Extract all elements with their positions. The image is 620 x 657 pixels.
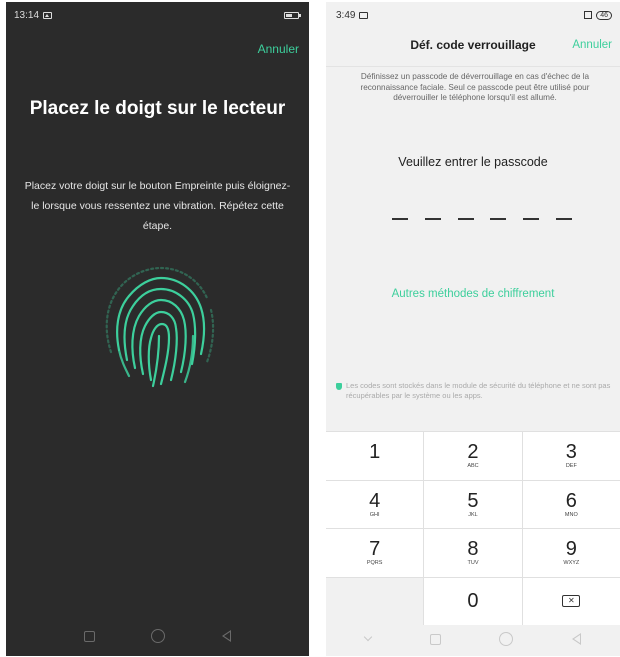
- backspace-button[interactable]: ✕: [522, 577, 620, 625]
- status-time: 3:49: [336, 9, 356, 21]
- key-5[interactable]: 5 JKL: [424, 480, 522, 528]
- key-letters: ABC: [467, 463, 479, 470]
- security-note: Les codes sont stockés dans le module de…: [336, 381, 612, 401]
- other-encryption-methods-link[interactable]: Autres méthodes de chiffrement: [326, 288, 620, 300]
- key-digit: 2: [467, 441, 479, 464]
- key-7[interactable]: 7 PQRS: [326, 529, 424, 577]
- header: Déf. code verrouillage Annuler: [326, 34, 620, 60]
- set-lock-code-screen: 3:49 46 Déf. code verrouillage Annuler D…: [326, 2, 620, 656]
- navigation-bar: [6, 616, 309, 656]
- passcode-slot: [457, 218, 474, 220]
- numeric-keypad: 1 2 ABC 3 DEF 4 GHI 5 JKL 6 MNO 7 PQRS 8 TUV 9W…: [326, 431, 620, 625]
- key-letters: WXYZ: [563, 560, 580, 567]
- passcode-slot: [555, 218, 572, 220]
- image-notification-icon: [43, 11, 53, 19]
- key-digit: 7: [369, 538, 381, 561]
- home-icon[interactable]: [499, 632, 514, 646]
- key-6[interactable]: 6 MNO: [522, 480, 620, 528]
- security-note-text: Les codes sont stockés dans le module de…: [346, 381, 611, 400]
- back-icon[interactable]: [221, 630, 231, 642]
- battery-level: 46: [596, 10, 612, 20]
- key-digit: 6: [565, 489, 577, 512]
- backspace-icon: ✕: [562, 595, 581, 608]
- key-letters: DEF: [565, 463, 577, 470]
- key-2[interactable]: 2 ABC: [424, 432, 522, 480]
- cancel-button[interactable]: Annuler: [572, 39, 612, 51]
- key-letters: TUV: [467, 560, 479, 567]
- battery-icon: [284, 11, 301, 19]
- nfc-icon: [584, 11, 593, 19]
- instructions-text: Placez votre doigt sur le bouton Emprein…: [24, 180, 291, 232]
- key-digit: 1: [369, 441, 381, 464]
- info-text: Définissez un passcode de déverrouillage…: [360, 72, 590, 102]
- hide-keyboard-icon[interactable]: [364, 632, 373, 642]
- key-digit: 3: [565, 441, 577, 464]
- key-letters: JKL: [468, 511, 478, 518]
- key-letters: PQRS: [366, 560, 383, 567]
- passcode-slot: [424, 218, 441, 220]
- header-divider: [326, 66, 620, 67]
- passcode-field[interactable]: [392, 218, 572, 220]
- passcode-slot: [392, 218, 408, 220]
- passcode-slot: [490, 218, 507, 220]
- key-digit: 4: [369, 489, 381, 512]
- home-icon[interactable]: [151, 629, 166, 643]
- passcode-prompt: Veuillez entrer le passcode: [398, 155, 548, 169]
- key-3[interactable]: 3 DEF: [522, 432, 620, 480]
- key-letters: MNO: [564, 511, 578, 518]
- image-notification-icon: [359, 11, 369, 19]
- key-4[interactable]: 4 GHI: [326, 480, 424, 528]
- key-8[interactable]: 8 TUV: [424, 529, 522, 577]
- navigation-bar: [326, 622, 620, 656]
- fingerprint-enroll-screen: 13:14 Annuler Placez le doigt sur le lec…: [6, 2, 309, 656]
- key-9[interactable]: 9 WXYZ: [522, 529, 620, 577]
- fingerprint-icon: [105, 266, 215, 388]
- recents-icon[interactable]: [84, 630, 96, 642]
- status-bar: 3:49 46: [326, 2, 620, 28]
- key-digit: 0: [467, 590, 479, 613]
- key-digit: 9: [565, 538, 577, 561]
- key-blank: [326, 577, 424, 625]
- status-bar: 13:14: [6, 2, 309, 28]
- key-digit: 8: [467, 538, 479, 561]
- key-0[interactable]: 0: [424, 577, 522, 625]
- key-1[interactable]: 1: [326, 432, 424, 480]
- page-title: Placez le doigt sur le lecteur: [29, 98, 286, 119]
- back-icon[interactable]: [571, 633, 581, 645]
- shield-icon: [336, 383, 342, 390]
- passcode-slot: [523, 218, 540, 220]
- status-time: 13:14: [14, 9, 40, 21]
- cancel-button[interactable]: Annuler: [258, 42, 299, 56]
- key-letters: GHI: [369, 511, 380, 518]
- key-digit: 5: [467, 489, 479, 512]
- recents-icon[interactable]: [429, 633, 441, 645]
